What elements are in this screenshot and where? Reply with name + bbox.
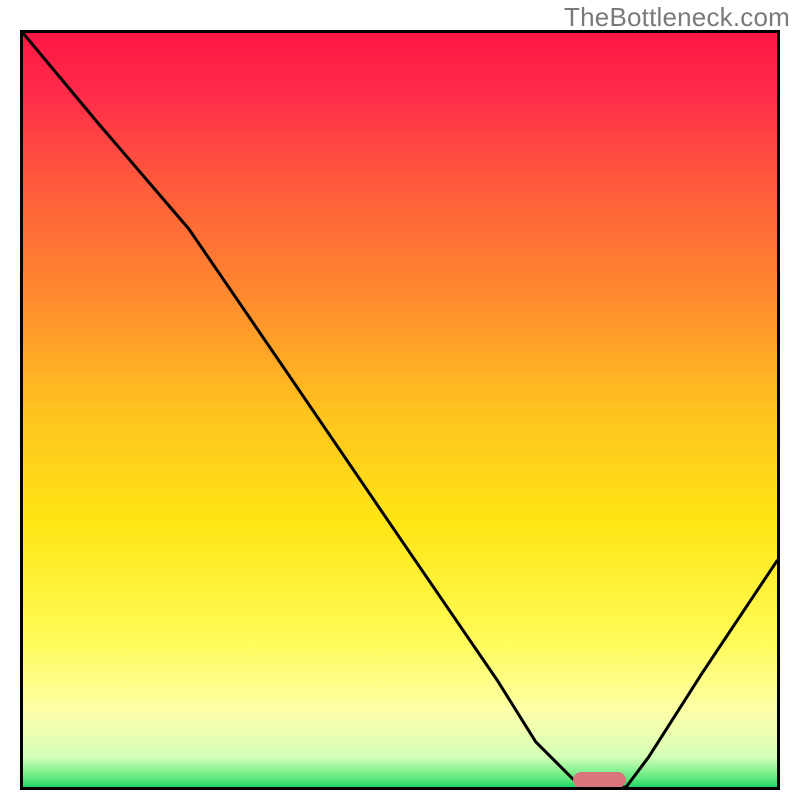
plot-area <box>20 30 780 790</box>
optimum-marker <box>573 772 626 788</box>
chart-container: TheBottleneck.com <box>0 0 800 800</box>
watermark-text: TheBottleneck.com <box>564 2 790 33</box>
bottleneck-curve <box>23 33 777 787</box>
